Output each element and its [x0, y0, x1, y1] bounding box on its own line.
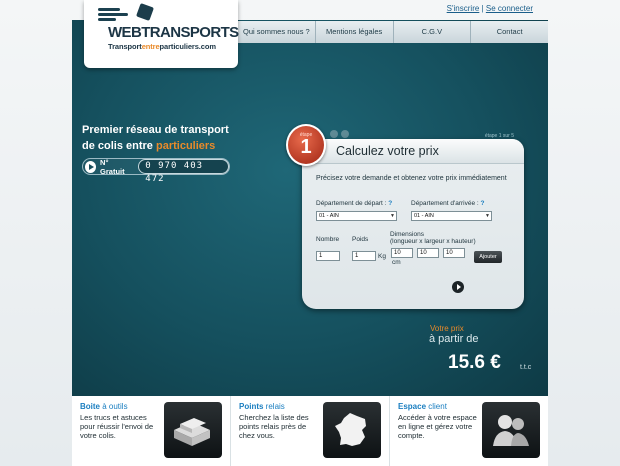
height-input[interactable]: 10 [443, 248, 465, 258]
weight-label: Poids [352, 236, 369, 243]
phone-label: N° Gratuit [100, 157, 125, 176]
feature-keyword: Points [239, 402, 264, 411]
next-step-button[interactable] [452, 281, 464, 293]
logo-wordmark: WEBTRANSPORTS [108, 24, 239, 41]
add-button[interactable]: Ajouter [474, 251, 502, 263]
feature-text: Cherchez la liste des points relais près… [239, 413, 309, 440]
nav-item-contact[interactable]: Contact [471, 21, 548, 43]
feature-text: Les trucs et astuces pour réussir l'envo… [80, 413, 154, 440]
logo-sub-b: entre [141, 42, 160, 51]
phone-number: 0 970 403 472 [138, 159, 230, 184]
features-band: Boite à outils Les trucs et astuces pour… [72, 396, 548, 466]
feature-title-rest: relais [263, 402, 285, 411]
arrival-label: Département d'arrivée : ? [411, 200, 485, 207]
step-badge: étape 1 [286, 124, 326, 166]
users-icon [482, 402, 540, 458]
feature-relay-points[interactable]: Points relais Cherchez la liste des poin… [231, 396, 390, 466]
tagline-line-1: Premier réseau de transport [82, 124, 229, 136]
feature-client-area[interactable]: Espace client Accéder à votre espace en … [390, 396, 548, 466]
departure-label: Département de départ : ? [316, 200, 392, 207]
quantity-input[interactable]: 1 [316, 251, 340, 261]
logo-box-icon [136, 3, 154, 21]
arrival-label-text: Département d'arrivée : [411, 200, 479, 207]
departure-label-text: Département de départ : [316, 200, 387, 207]
feature-keyword: Espace [398, 402, 427, 411]
form-description: Précisez votre demande et obtenez votre … [316, 175, 507, 182]
parcels-icon [164, 402, 222, 458]
nav-item-terms[interactable]: C.G.V [393, 21, 472, 43]
hero-panel: Premier réseau de transport de colis ent… [72, 20, 548, 396]
play-icon [85, 160, 97, 173]
feature-toolbox[interactable]: Boite à outils Les trucs et astuces pour… [72, 396, 231, 466]
main-nav: Qui sommes nous ? Mentions légales C.G.V… [238, 21, 548, 43]
dimensions-hint: (longueur x largeur x hauteur) [390, 238, 476, 245]
feature-title-rest: client [426, 402, 447, 411]
length-input[interactable]: 10 [391, 248, 413, 258]
quantity-label: Nombre [316, 236, 340, 243]
site-logo[interactable]: WEBTRANSPORTS Transportentreparticuliers… [84, 0, 239, 68]
account-links: S'inscrire | Se connecter [447, 4, 533, 13]
feature-keyword: Boite [80, 402, 100, 411]
price-unit: t.t.c [520, 364, 532, 371]
departure-help-icon[interactable]: ? [388, 200, 392, 207]
price-note: Votre prix [430, 324, 464, 333]
logo-sub-a: Transport [108, 42, 142, 51]
step-dot[interactable] [341, 130, 349, 138]
france-map-icon [323, 402, 381, 458]
price-calculator-form: Calculez votre prix Précisez votre deman… [302, 139, 524, 309]
arrival-help-icon[interactable]: ? [481, 200, 485, 207]
logo-lines-icon [98, 8, 128, 23]
nav-item-legal[interactable]: Mentions légales [315, 21, 394, 43]
tagline: Premier réseau de transport de colis ent… [82, 122, 252, 154]
free-phone-badge[interactable]: N° Gratuit 0 970 403 472 [82, 157, 230, 184]
logo-sub-c: particuliers [159, 42, 199, 51]
arrival-select[interactable]: 01 - AIN [411, 211, 492, 221]
price-value: 15.6 € [448, 352, 501, 373]
weight-input[interactable]: 1 [352, 251, 376, 261]
step-dots [330, 130, 349, 138]
width-input[interactable]: 10 [417, 248, 439, 258]
feature-text: Accéder à votre espace en ligne et gérez… [398, 413, 477, 440]
length-unit: cm [392, 259, 401, 266]
page: Premier réseau de transport de colis ent… [72, 0, 548, 466]
tagline-highlight: particuliers [155, 140, 216, 152]
step-number: 1 [300, 136, 312, 158]
logo-sub-d: .com [198, 42, 216, 51]
weight-unit: Kg [378, 253, 386, 260]
price-from-label: à partir de [429, 333, 479, 345]
login-link[interactable]: Se connecter [486, 4, 533, 13]
dimensions-label: Dimensions [390, 231, 424, 238]
feature-title-rest: à outils [100, 402, 128, 411]
departure-select[interactable]: 01 - AIN [316, 211, 397, 221]
register-link[interactable]: S'inscrire [447, 4, 480, 13]
step-dot[interactable] [330, 130, 338, 138]
link-separator: | [481, 4, 484, 13]
form-title: Calculez votre prix [302, 139, 524, 164]
logo-subline: Transportentreparticuliers.com [108, 42, 216, 51]
tagline-line-2: de colis entre [82, 140, 153, 152]
nav-item-about[interactable]: Qui sommes nous ? [238, 21, 316, 43]
